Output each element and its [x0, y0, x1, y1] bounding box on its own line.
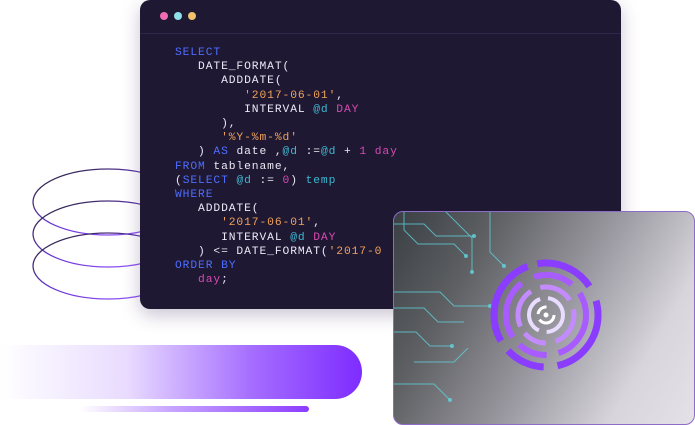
editor-title-bar: [140, 0, 621, 34]
code-line: ) AS date ,@d :=@d + 1 day: [175, 146, 398, 159]
code-line: ADDDATE(: [175, 75, 283, 88]
code-line: FROM tablename,: [175, 160, 291, 173]
code-line: ADDDATE(: [175, 203, 260, 216]
circuit-lines-icon: [394, 212, 602, 402]
code-line: '%Y-%m-%d': [221, 132, 298, 145]
code-line: '2017-06-01',: [244, 89, 344, 102]
gradient-line: [80, 406, 309, 412]
close-dot-icon[interactable]: [160, 12, 168, 20]
security-illustration-card: [393, 211, 695, 425]
code-line: '2017-06-01',: [221, 217, 321, 230]
code-line: INTERVAL @d DAY: [175, 231, 337, 244]
gradient-bar: [0, 345, 362, 399]
code-line: INTERVAL @d DAY: [175, 103, 360, 116]
code-line: ) <= DATE_FORMAT('2017-0: [175, 245, 383, 258]
sql-code-block: SELECT DATE_FORMAT( ADDDATE( '2017-06-01…: [175, 46, 398, 287]
code-line: (SELECT @d := 0) temp: [175, 174, 337, 187]
code-line: day;: [198, 274, 229, 287]
minimize-dot-icon[interactable]: [174, 12, 182, 20]
fingerprint-maze-icon: [490, 259, 602, 371]
code-line: ORDER BY: [175, 260, 237, 273]
code-line: WHERE: [175, 189, 214, 202]
maximize-dot-icon[interactable]: [188, 12, 196, 20]
code-line: ),: [175, 118, 237, 131]
code-line: SELECT: [175, 47, 222, 59]
code-line: DATE_FORMAT(: [175, 61, 291, 74]
